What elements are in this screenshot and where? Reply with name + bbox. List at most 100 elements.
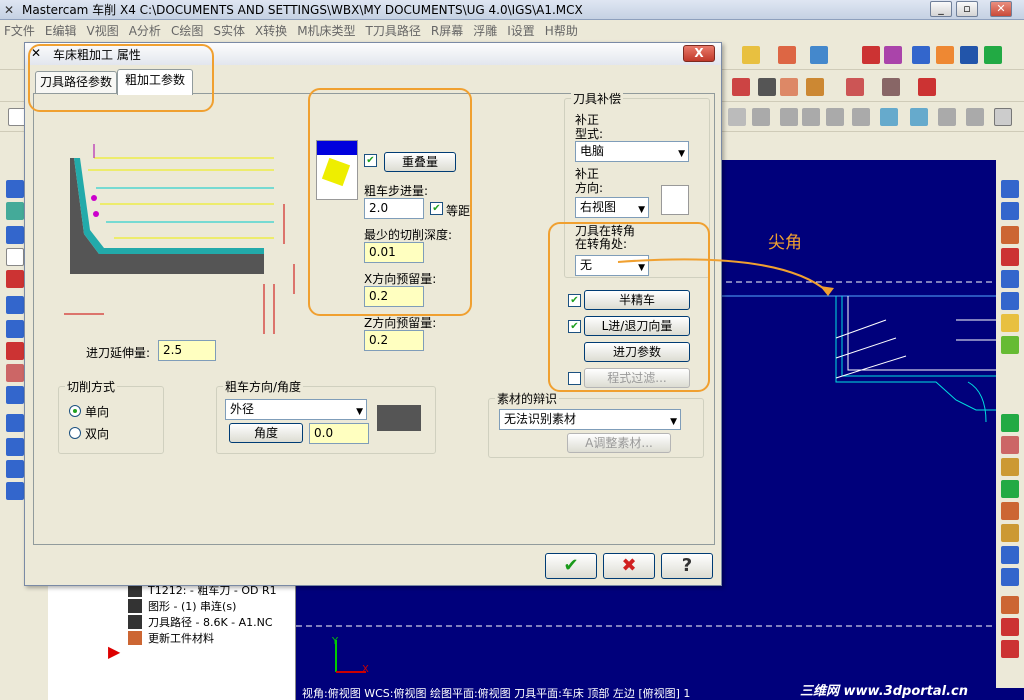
drill-icon[interactable]: [778, 46, 796, 64]
views-icon[interactable]: [6, 482, 24, 500]
menu-toolpaths[interactable]: T刀具路径: [366, 22, 421, 39]
brush-icon[interactable]: [1001, 314, 1019, 332]
wand-icon[interactable]: [810, 46, 828, 64]
tag-icon[interactable]: [780, 78, 798, 96]
mirror-icon[interactable]: [1001, 596, 1019, 614]
window-close-button[interactable]: ✕: [990, 1, 1012, 17]
op-toolpath-item[interactable]: 刀具路径 - 8.6K - A1.NC: [128, 614, 273, 630]
direction-select[interactable]: 外径 ▼: [225, 399, 367, 420]
help-question-icon[interactable]: [862, 46, 880, 64]
rect-icon[interactable]: [1001, 524, 1019, 542]
menu-settings[interactable]: I设置: [507, 22, 535, 39]
plane-icon[interactable]: [910, 108, 928, 126]
frame-icon[interactable]: [6, 296, 24, 314]
circle-icon[interactable]: [966, 108, 984, 126]
menu-view[interactable]: V视图: [87, 22, 119, 39]
green-plus-icon[interactable]: [1001, 414, 1019, 432]
pencil-icon[interactable]: [742, 46, 760, 64]
cursor-icon[interactable]: [728, 108, 746, 126]
move-icon[interactable]: [6, 460, 24, 478]
list-icon[interactable]: [732, 78, 750, 96]
panel-icon[interactable]: [1001, 202, 1019, 220]
menu-art[interactable]: 浮雕: [473, 22, 497, 39]
help-icon[interactable]: [994, 108, 1012, 126]
menu-create[interactable]: C绘图: [171, 22, 203, 39]
save-icon[interactable]: [1001, 292, 1019, 310]
verify-icon[interactable]: [918, 78, 936, 96]
globe-icon[interactable]: [1001, 568, 1019, 586]
menu-file[interactable]: F文件: [4, 22, 35, 39]
plus-icon[interactable]: [1001, 180, 1019, 198]
stock-icon[interactable]: [882, 78, 900, 96]
menu-help[interactable]: H帮助: [545, 22, 578, 39]
no-icon[interactable]: [938, 108, 956, 126]
one-way-radio[interactable]: [69, 405, 81, 417]
solid-icon[interactable]: [936, 46, 954, 64]
comp-dir-select[interactable]: 右视图 ▼: [575, 197, 649, 218]
op-stock-update-label: 更新工件材料: [148, 632, 214, 645]
tab-rough-params[interactable]: 粗加工参数: [117, 69, 193, 95]
toolpath-icon[interactable]: [912, 46, 930, 64]
app-title: Mastercam 车削 X4 C:\DOCUMENTS AND SETTING…: [22, 3, 583, 17]
layer-icon[interactable]: [6, 364, 24, 382]
minimize-button[interactable]: _: [930, 1, 952, 17]
axis-x-label: X: [362, 664, 369, 675]
menu-xform[interactable]: X转换: [255, 22, 287, 39]
menu-edit[interactable]: E编辑: [45, 22, 77, 39]
dialog-close-button[interactable]: X: [683, 45, 715, 62]
zigzag-radio[interactable]: [69, 427, 81, 439]
z-stock-input[interactable]: 0.2: [364, 330, 424, 351]
op-geometry-item[interactable]: 图形 - (1) 串连(s): [128, 598, 236, 614]
xform-icon[interactable]: [1001, 640, 1019, 658]
shade-icon[interactable]: [880, 108, 898, 126]
shapes-icon[interactable]: [806, 78, 824, 96]
restore-button[interactable]: ▫: [956, 1, 978, 17]
help-button[interactable]: ?: [661, 553, 713, 579]
chevron-down-icon: ▼: [678, 149, 685, 159]
sigma-icon[interactable]: [960, 46, 978, 64]
cube3-icon[interactable]: [802, 108, 820, 126]
menu-screen[interactable]: R屏幕: [431, 22, 463, 39]
entry-ext-input[interactable]: 2.5: [158, 340, 216, 361]
stock-select[interactable]: 无法识别素材 ▼: [499, 409, 681, 430]
comp-type-select[interactable]: 电脑 ▼: [575, 141, 689, 162]
stock-model-icon[interactable]: [1001, 248, 1019, 266]
solid-shape-icon[interactable]: [6, 270, 24, 288]
ok-button[interactable]: ✔: [545, 553, 597, 579]
export-icon[interactable]: [1001, 270, 1019, 288]
adjust-stock-button[interactable]: A调整素材...: [567, 433, 671, 453]
fillet-icon[interactable]: [1001, 502, 1019, 520]
line-icon[interactable]: [1001, 458, 1019, 476]
grid-icon[interactable]: [6, 414, 24, 432]
analyze-icon[interactable]: [884, 46, 902, 64]
transform-icon[interactable]: [846, 78, 864, 96]
cancel-button[interactable]: ✖: [603, 553, 655, 579]
rotate-icon[interactable]: [6, 202, 24, 220]
cube2-icon[interactable]: [780, 108, 798, 126]
backplot-icon[interactable]: [984, 46, 1002, 64]
cut-method-group: 切削方式 单向 双向: [58, 378, 164, 454]
bars-icon[interactable]: [1001, 226, 1019, 244]
page-icon[interactable]: [758, 78, 776, 96]
angle-button[interactable]: 角度: [229, 423, 303, 443]
angle-input[interactable]: 0.0: [309, 423, 369, 444]
edit-icon[interactable]: [1001, 336, 1019, 354]
arrow-up-icon[interactable]: [6, 180, 24, 198]
menu-machine-type[interactable]: M机床类型: [297, 22, 355, 39]
menu-solids[interactable]: S实体: [213, 22, 245, 39]
cube-solid-icon[interactable]: [6, 386, 24, 404]
blocks-icon[interactable]: [6, 320, 24, 338]
cut-icon[interactable]: [6, 342, 24, 360]
offset-icon[interactable]: [1001, 618, 1019, 636]
cube-icon[interactable]: [752, 108, 770, 126]
menu-analyze[interactable]: A分析: [129, 22, 161, 39]
drafting-icon[interactable]: [1001, 546, 1019, 564]
circle-draw-icon[interactable]: [1001, 480, 1019, 498]
op-stock-update-item[interactable]: 更新工件材料: [128, 630, 214, 646]
cube5-icon[interactable]: [852, 108, 870, 126]
trim-icon[interactable]: [1001, 436, 1019, 454]
box-icon[interactable]: [6, 248, 24, 266]
cube4-icon[interactable]: [826, 108, 844, 126]
curve-icon[interactable]: [6, 226, 24, 244]
table-icon[interactable]: [6, 438, 24, 456]
